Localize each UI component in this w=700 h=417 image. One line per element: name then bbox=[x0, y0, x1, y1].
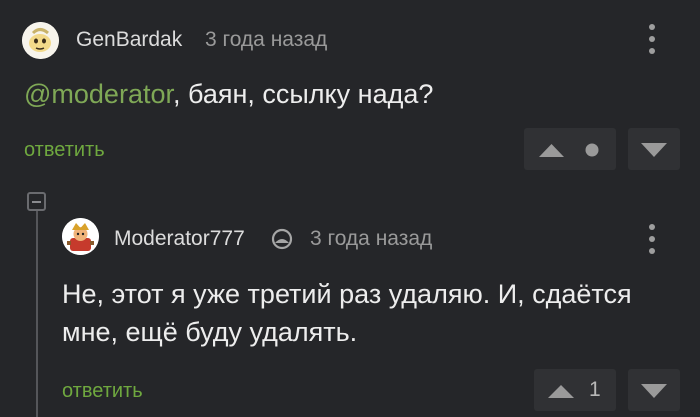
comments-thread: GenBardak 3 года назад @moderator, баян,… bbox=[0, 0, 700, 417]
vote-up-button[interactable] bbox=[524, 128, 576, 170]
vote-down-button[interactable] bbox=[628, 128, 680, 170]
triangle-down-icon bbox=[641, 384, 667, 398]
reply-button[interactable]: ответить bbox=[24, 139, 105, 162]
avatar-image bbox=[62, 218, 99, 255]
triangle-down-icon bbox=[641, 143, 667, 157]
comment-text: , баян, ссылку нада? bbox=[172, 79, 434, 109]
avatar-genbardak[interactable] bbox=[22, 22, 59, 59]
vote-down-button[interactable] bbox=[628, 369, 680, 411]
user-mention-link[interactable]: @moderator bbox=[24, 79, 173, 109]
comment-body: @moderator, баян, ссылку нада? bbox=[24, 75, 433, 113]
avatar-moderator777[interactable] bbox=[62, 218, 99, 255]
score-dot-icon bbox=[585, 143, 599, 157]
collapse-minus-icon[interactable] bbox=[27, 192, 46, 211]
comment-time: 3 года назад bbox=[310, 227, 433, 250]
comment-text-line: мне, ещё буду удалять. bbox=[62, 317, 358, 347]
vote-up-button[interactable] bbox=[534, 369, 584, 411]
comment-time: 3 года назад bbox=[205, 28, 328, 51]
thread-line[interactable] bbox=[36, 210, 38, 417]
reply-button[interactable]: ответить bbox=[62, 380, 143, 403]
more-vertical-icon[interactable] bbox=[648, 24, 656, 58]
comment-author[interactable]: Moderator777 bbox=[114, 227, 245, 251]
more-vertical-icon[interactable] bbox=[648, 224, 656, 258]
comment-score: 1 bbox=[589, 378, 601, 401]
comment-body: Не, этот я уже третий раз удаляю. И, сда… bbox=[62, 275, 632, 351]
avatar-image bbox=[22, 22, 59, 59]
moderator-shield-icon bbox=[270, 228, 294, 250]
comment-text-line: Не, этот я уже третий раз удаляю. И, сда… bbox=[62, 279, 632, 309]
comment-author[interactable]: GenBardak bbox=[76, 28, 182, 52]
